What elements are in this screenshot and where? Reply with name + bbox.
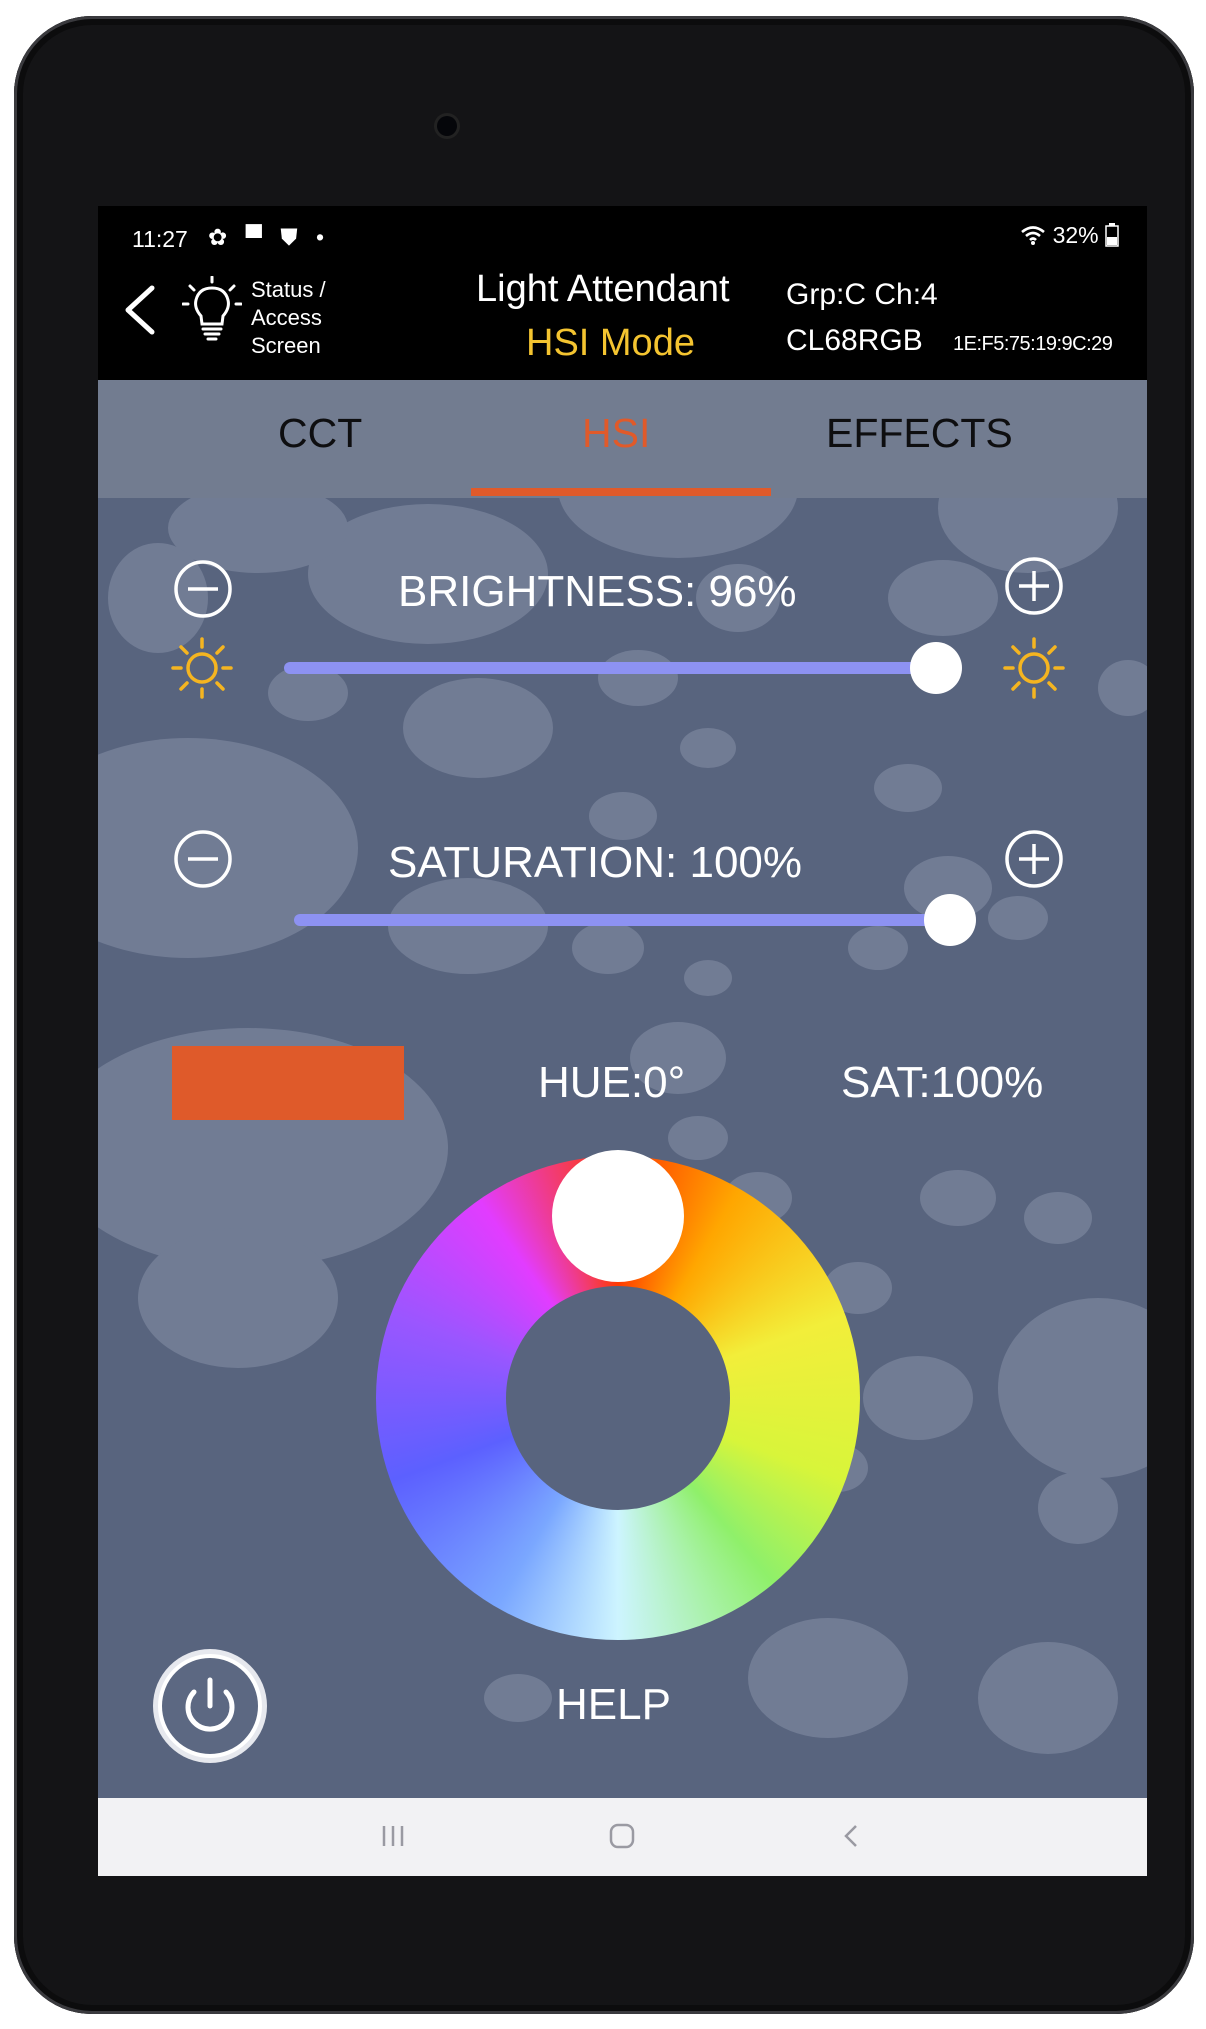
brightness-slider-thumb[interactable] [910, 642, 962, 694]
status-time: 11:27 [132, 226, 188, 252]
status-right: 32% [1020, 222, 1119, 249]
brightness-label: BRIGHTNESS: 96% [398, 567, 797, 616]
app-screen: 11:27 ✿ ▀ ⛊ • 32% Status / Access Screen… [98, 206, 1147, 1876]
battery-percent: 32% [1052, 222, 1099, 248]
saturation-plus-icon[interactable] [1003, 828, 1065, 890]
chevron-left-icon[interactable] [118, 280, 162, 340]
home-icon[interactable] [606, 1820, 638, 1852]
help-button[interactable]: HELP [556, 1680, 671, 1730]
back-label-line-2: Access [251, 305, 322, 330]
recent-apps-icon[interactable] [378, 1820, 408, 1852]
hue-wheel-thumb[interactable] [552, 1150, 684, 1282]
sat-readout: SAT:100% [841, 1058, 1044, 1107]
color-wheel-center [506, 1286, 730, 1510]
lightbulb-icon[interactable] [182, 276, 242, 348]
wifi-icon [1021, 226, 1045, 245]
system-nav-bar [98, 1798, 1147, 1876]
brightness-plus-icon[interactable] [1003, 555, 1065, 617]
group-channel: Grp:C Ch:4 [786, 278, 938, 311]
active-tab-indicator [471, 488, 771, 496]
hue-readout: HUE:0° [538, 1058, 686, 1107]
status-icons: ✿ ▀ ⛊ • [208, 224, 331, 250]
tab-cct[interactable]: CCT [278, 410, 362, 457]
saturation-minus-icon[interactable] [172, 828, 234, 890]
tab-effects[interactable]: EFFECTS [826, 410, 1013, 457]
sun-icon-bright [1003, 637, 1065, 699]
battery-icon [1105, 223, 1119, 247]
saturation-slider-thumb[interactable] [924, 894, 976, 946]
light-model: CL68RGB [786, 324, 923, 357]
sun-icon-dim [171, 637, 233, 699]
color-swatch [172, 1046, 404, 1120]
tablet-frame: 11:27 ✿ ▀ ⛊ • 32% Status / Access Screen… [14, 16, 1194, 2014]
back-label-line-3: Screen [251, 333, 321, 358]
back-label-line-1: Status / [251, 277, 326, 302]
front-camera [437, 116, 457, 136]
app-title: Light Attendant [476, 268, 730, 310]
back-nav-icon[interactable] [838, 1820, 864, 1852]
hsi-panel: BRIGHTNESS: 96% SATURATION: 100% HUE:0° … [98, 498, 1147, 1798]
mac-address: 1E:F5:75:19:9C:29 [953, 333, 1113, 355]
power-icon[interactable] [150, 1646, 270, 1766]
saturation-slider-track[interactable] [294, 914, 950, 926]
saturation-label: SATURATION: 100% [388, 838, 803, 887]
brightness-slider-track[interactable] [284, 662, 936, 674]
tab-hsi[interactable]: HSI [582, 410, 650, 457]
brightness-minus-icon[interactable] [172, 558, 234, 620]
back-link-status-access[interactable]: Status / Access Screen [251, 276, 326, 360]
mode-tabs: CCT HSI EFFECTS [98, 380, 1147, 498]
mode-label: HSI Mode [526, 322, 695, 364]
app-header: 11:27 ✿ ▀ ⛊ • 32% Status / Access Screen… [98, 206, 1147, 380]
